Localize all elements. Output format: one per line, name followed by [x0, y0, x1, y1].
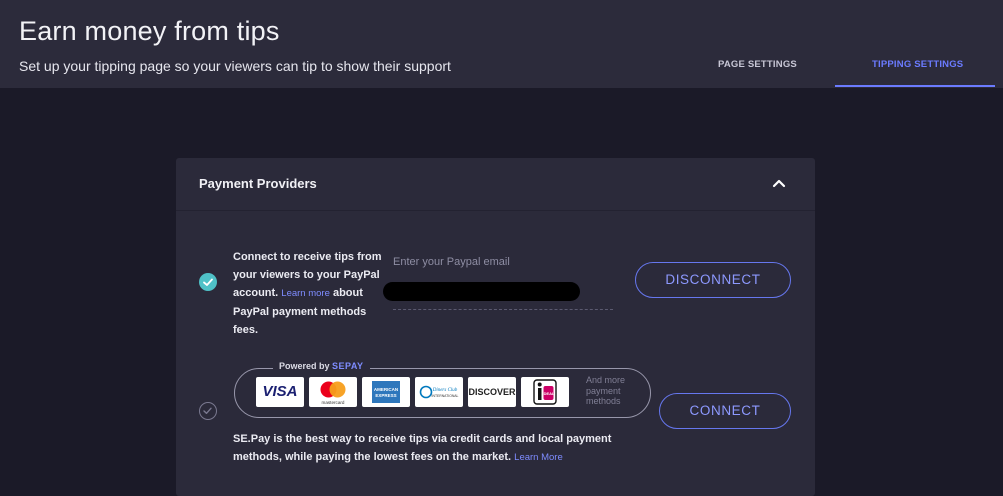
sepay-unchecked-icon [199, 402, 217, 420]
ideal-card-icon: iDEAL [521, 377, 569, 407]
paypal-connected-check-icon [199, 273, 217, 291]
amex-card-icon: AMERICAN EXPRESS [362, 377, 410, 407]
mastercard-card-icon: mastercard [309, 377, 357, 407]
diners-text-line1: Diners Club [432, 388, 458, 393]
disconnect-button[interactable]: DISCONNECT [635, 262, 791, 298]
powered-by-label: Powered by SEPAY [273, 361, 370, 371]
sepay-description: SE.Pay is the best way to receive tips v… [233, 430, 633, 467]
tab-page-settings[interactable]: PAGE SETTINGS [718, 59, 797, 70]
paypal-email-label: Enter your Paypal email [393, 256, 510, 268]
amex-text-line1: AMERICAN [374, 387, 398, 392]
page-subtitle: Set up your tipping page so your viewers… [19, 58, 451, 74]
more-payment-methods-text: And more payment methods [586, 375, 626, 406]
visa-card-icon: VISA [256, 377, 304, 407]
paypal-learn-more-link[interactable]: Learn more [281, 288, 330, 299]
sepay-logo: SEPAY [332, 361, 364, 371]
diners-club-card-icon: Diners Club INTERNATIONAL [415, 377, 463, 407]
connect-button[interactable]: CONNECT [659, 393, 791, 429]
page-title: Earn money from tips [19, 16, 280, 46]
ideal-text: iDEAL [543, 391, 556, 396]
panel-header[interactable]: Payment Providers [176, 158, 815, 211]
amex-text-line2: EXPRESS [375, 393, 396, 398]
panel-title: Payment Providers [199, 176, 317, 191]
mastercard-text: mastercard [322, 400, 345, 405]
discover-card-icon: DISCOVER [468, 377, 516, 407]
redacted-email-value [383, 282, 580, 301]
payment-providers-panel: Payment Providers Connect to receive tip… [176, 158, 815, 496]
active-tab-indicator [835, 85, 995, 87]
sepay-learn-more-link[interactable]: Learn More [514, 452, 563, 463]
paypal-description: Connect to receive tips from your viewer… [233, 248, 391, 339]
powered-by-text: Powered by [279, 361, 330, 371]
page-header: Earn money from tips Set up your tipping… [0, 0, 1003, 88]
chevron-up-icon[interactable] [770, 174, 788, 192]
diners-text-line2: INTERNATIONAL [432, 394, 459, 398]
tab-tipping-settings[interactable]: TIPPING SETTINGS [872, 59, 963, 70]
